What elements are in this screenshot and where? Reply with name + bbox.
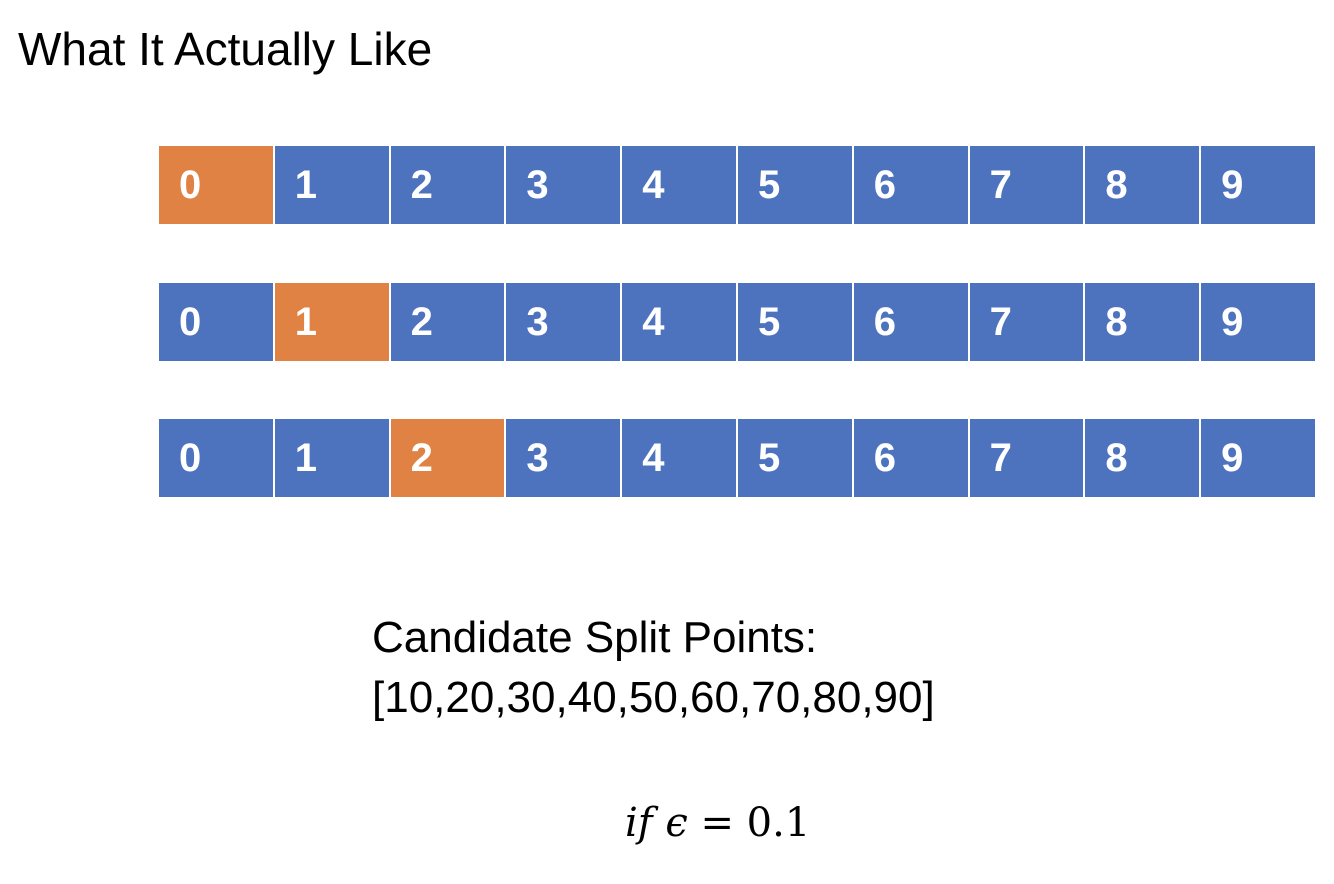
bucket-cell: 0 — [159, 419, 273, 497]
bucket-cell: 5 — [737, 419, 852, 497]
bucket-row: 0123456789 — [159, 146, 1315, 224]
bucket-cell: 6 — [853, 146, 968, 224]
bucket-cell: 4 — [622, 146, 736, 224]
highlighted-bucket-cell: 0 — [159, 146, 273, 224]
equation-lhs: if ϵ — [625, 800, 688, 846]
bucket-cell: 9 — [1201, 283, 1315, 361]
bucket-cell: 6 — [853, 283, 968, 361]
bucket-cell: 6 — [853, 419, 968, 497]
bucket-cell: 3 — [506, 283, 621, 361]
bucket-cell: 9 — [1201, 146, 1315, 224]
bucket-cell: 8 — [1085, 419, 1200, 497]
bucket-cell: 7 — [969, 146, 1084, 224]
bucket-cell: 7 — [969, 419, 1084, 497]
candidate-values: [10,20,30,40,50,60,70,80,90] — [372, 673, 935, 722]
bucket-cell: 4 — [622, 283, 736, 361]
bucket-cell: 0 — [159, 283, 273, 361]
bucket-cell: 3 — [506, 419, 621, 497]
epsilon-equation: if ϵ = 0.1 — [625, 800, 810, 846]
bucket-cell: 4 — [622, 419, 736, 497]
bucket-cell: 7 — [969, 283, 1084, 361]
candidate-label: Candidate Split Points: — [372, 613, 818, 662]
bucket-row: 0123456789 — [159, 283, 1315, 361]
bucket-cell: 8 — [1085, 146, 1200, 224]
bucket-cell: 5 — [737, 146, 852, 224]
equation-rhs: = 0.1 — [700, 800, 811, 846]
candidate-split-points: Candidate Split Points: [10,20,30,40,50,… — [372, 608, 935, 728]
bucket-cell: 2 — [390, 283, 505, 361]
bucket-cell: 1 — [274, 419, 389, 497]
bucket-cell: 2 — [390, 146, 505, 224]
bucket-cell: 3 — [506, 146, 621, 224]
highlighted-bucket-cell: 2 — [390, 419, 505, 497]
bucket-row: 0123456789 — [159, 419, 1315, 497]
slide-title: What It Actually Like — [18, 23, 433, 75]
highlighted-bucket-cell: 1 — [274, 283, 389, 361]
bucket-cell: 5 — [737, 283, 852, 361]
bucket-cell: 8 — [1085, 283, 1200, 361]
bucket-cell: 9 — [1201, 419, 1315, 497]
bucket-cell: 1 — [274, 146, 389, 224]
